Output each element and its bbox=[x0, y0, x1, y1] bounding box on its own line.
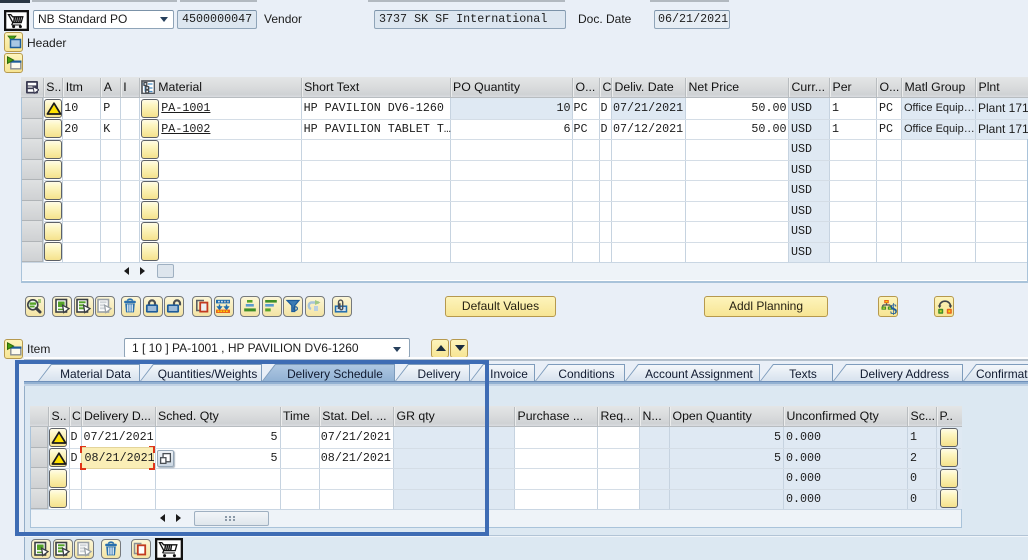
svg-text:$: $ bbox=[890, 302, 897, 315]
